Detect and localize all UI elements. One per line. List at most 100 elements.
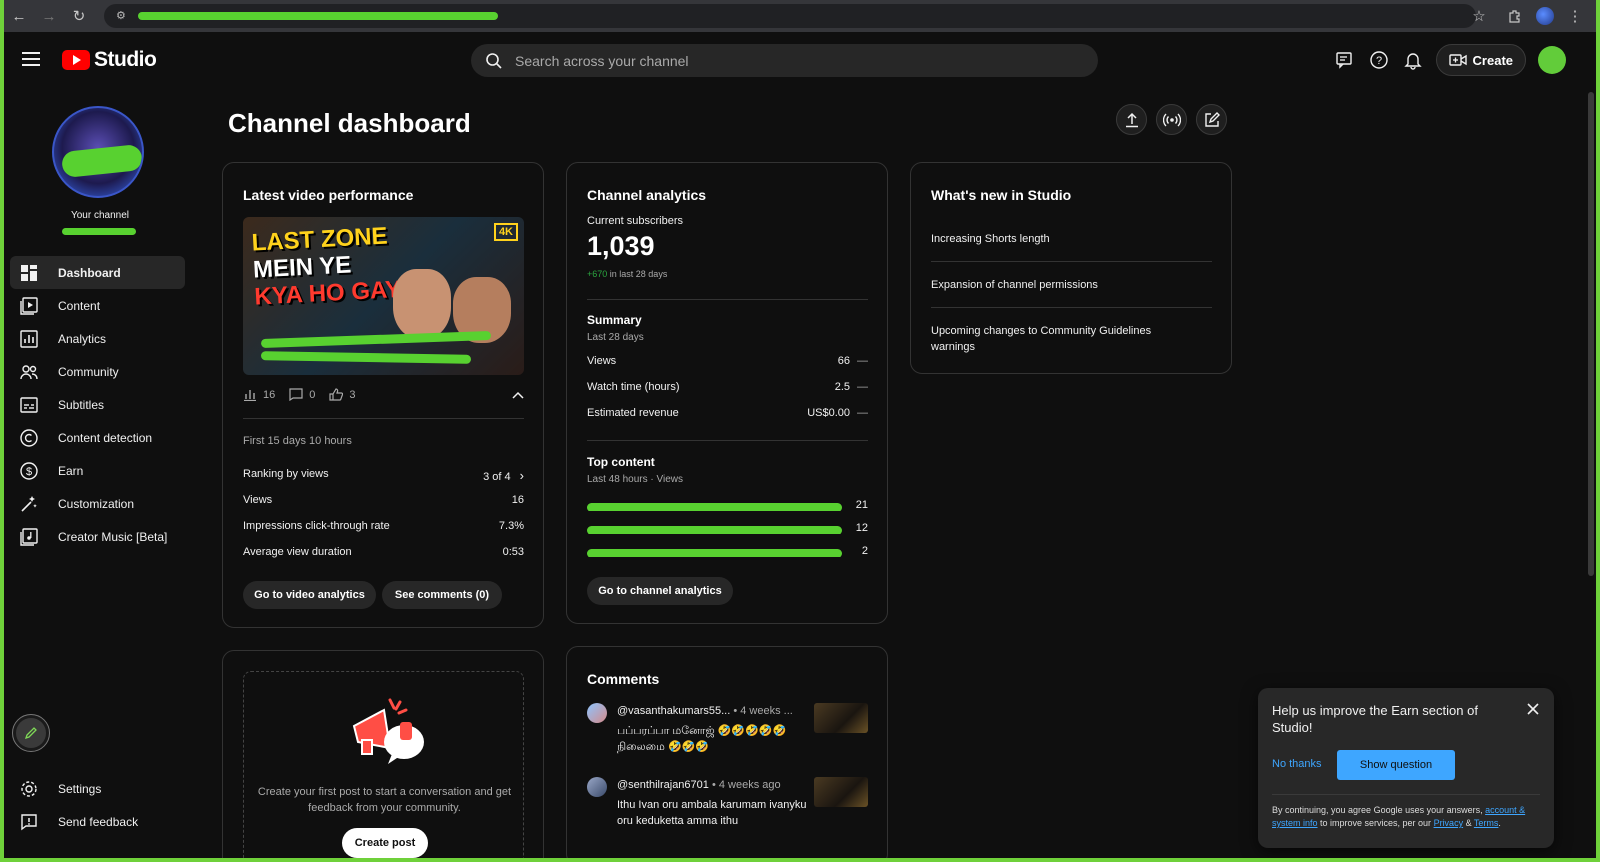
top-content-item[interactable]: 21 [587,497,868,513]
video-thumbnail[interactable] [814,703,868,733]
avatar[interactable] [587,777,607,797]
news-item[interactable]: Increasing Shorts length [931,231,1212,247]
profile-icon[interactable] [1536,7,1554,25]
create-post-box: Create your first post to start a conver… [243,671,524,858]
community-post-card: Create your first post to start a conver… [222,650,544,858]
edit-fab[interactable] [12,714,50,752]
sidebar-item-label: Community [58,364,119,379]
comment-item[interactable]: @vasanthakumars55... • 4 weeks ... பப்பர… [587,703,868,763]
summary-row: Views 66 — [587,355,868,367]
address-bar[interactable]: ⚙ [104,4,1476,28]
subscribers-label: Current subscribers [587,215,683,227]
news-item[interactable]: Expansion of channel permissions [931,277,1212,293]
sidebar-item-send-feedback[interactable]: Send feedback [10,805,185,838]
sidebar-item-earn[interactable]: $ Earn [10,454,185,487]
redacted-title [587,526,842,534]
kebab-menu-icon[interactable]: ⋮ [1560,0,1590,32]
ranking-row[interactable]: Ranking by views 3 of 4 › [243,468,524,483]
reload-icon[interactable]: ↻ [64,0,94,32]
no-thanks-button[interactable]: No thanks [1272,758,1322,770]
divider [587,440,868,441]
site-settings-icon[interactable]: ⚙ [116,9,130,23]
menu-icon[interactable] [22,52,40,66]
chevron-up-icon[interactable] [512,391,524,399]
forward-arrow-icon[interactable]: → [34,0,64,32]
row-value: 7.3% [498,520,524,532]
card-title: What's new in Studio [931,187,1072,203]
privacy-link[interactable]: Privacy [1434,818,1464,828]
search-bar[interactable] [471,44,1098,77]
video-thumbnail[interactable] [814,777,868,807]
legal-text: By continuing, you agree Google uses you… [1272,805,1526,828]
sidebar-item-analytics[interactable]: Analytics [10,322,185,355]
sidebar-item-dashboard[interactable]: Dashboard [10,256,185,289]
help-icon[interactable]: ? [1368,49,1390,71]
sidebar-item-label: Earn [58,463,84,478]
show-question-button[interactable]: Show question [1337,750,1455,780]
subscriber-count: 1,039 [587,231,655,261]
subscriber-delta: +670 in last 28 days [587,269,668,279]
content-icon [20,296,38,315]
top-content-views: 12 [855,522,868,534]
sidebar-item-creator-music[interactable]: Creator Music [Beta] [10,520,185,553]
create-button[interactable]: Create [1435,44,1526,76]
create-post-button[interactable] [1196,104,1227,135]
upload-button[interactable] [1116,104,1147,135]
search-input[interactable] [515,52,1035,69]
close-icon[interactable] [1526,702,1540,716]
top-content-title: Top content [587,455,655,469]
create-post-button[interactable]: Create post [342,828,428,858]
go-to-video-analytics-button[interactable]: Go to video analytics [243,581,376,609]
news-item[interactable]: Upcoming changes to Community Guidelines… [931,323,1171,355]
page-scrollbar[interactable] [1588,92,1594,576]
magic-wand-icon [20,495,38,513]
create-label: Create [1472,52,1513,68]
copyright-icon [20,428,38,447]
redacted-overlay [60,143,142,179]
studio-logo[interactable]: Studio [62,48,157,72]
dialog-title: Help us improve the Earn section of Stud… [1272,703,1478,735]
live-broadcast-icon [1162,113,1181,126]
megaphone-chat-illustration [352,698,424,764]
comments-stat: 0 [289,388,315,401]
go-to-channel-analytics-button[interactable]: Go to channel analytics [587,577,733,605]
channel-avatar[interactable] [52,106,144,198]
sidebar-item-customization[interactable]: Customization [10,487,185,520]
video-thumbnail[interactable]: LAST ZONE MEIN YE KYA HO GAYA? 4K [243,217,524,375]
sidebar-item-label: Send feedback [58,814,139,829]
row-value: 3 of 4 › [483,468,524,483]
bookmark-star-icon[interactable]: ☆ [1464,0,1494,32]
sidebar-item-content[interactable]: Content [10,289,185,322]
extensions-icon[interactable] [1500,0,1530,32]
bell-icon[interactable] [1402,49,1424,71]
comment-item[interactable]: @senthilrajan6701 • 4 weeks ago Ithu Iva… [587,777,868,837]
sidebar-item-subtitles[interactable]: Subtitles [10,388,185,421]
page-title: Channel dashboard [228,108,471,138]
terms-link[interactable]: Terms [1474,818,1499,828]
go-live-button[interactable] [1156,104,1187,135]
sidebar-item-community[interactable]: Community [10,355,185,388]
sidebar-item-settings[interactable]: Settings [10,772,185,805]
sidebar-item-label: Content [58,298,101,313]
bar-chart-icon [244,389,256,401]
thumbnail-4k-badge: 4K [493,223,518,241]
row-label: Impressions click-through rate [243,520,390,532]
avatar[interactable] [587,703,607,723]
messages-icon[interactable] [1334,49,1356,71]
back-arrow-icon[interactable]: ← [4,0,34,32]
account-avatar[interactable] [1538,46,1566,74]
period-label: First 15 days 10 hours [243,435,352,447]
dollar-icon: $ [20,461,38,480]
divider [931,307,1212,308]
search-icon [486,52,502,69]
top-content-item[interactable]: 2 [587,543,868,559]
likes-count: 3 [349,388,356,401]
browser-toolbar: ← → ↻ ⚙ ☆ ⋮ [4,0,1596,32]
top-content-item[interactable]: 12 [587,520,868,536]
summary-row: Watch time (hours) 2.5 — [587,381,868,393]
sidebar-item-content-detection[interactable]: Content detection [10,421,185,454]
thumbnail-person-1 [393,269,451,339]
see-comments-button[interactable]: See comments (0) [382,581,502,609]
analytics-icon [20,329,38,348]
sidebar-bottom: Settings Send feedback [10,772,185,838]
